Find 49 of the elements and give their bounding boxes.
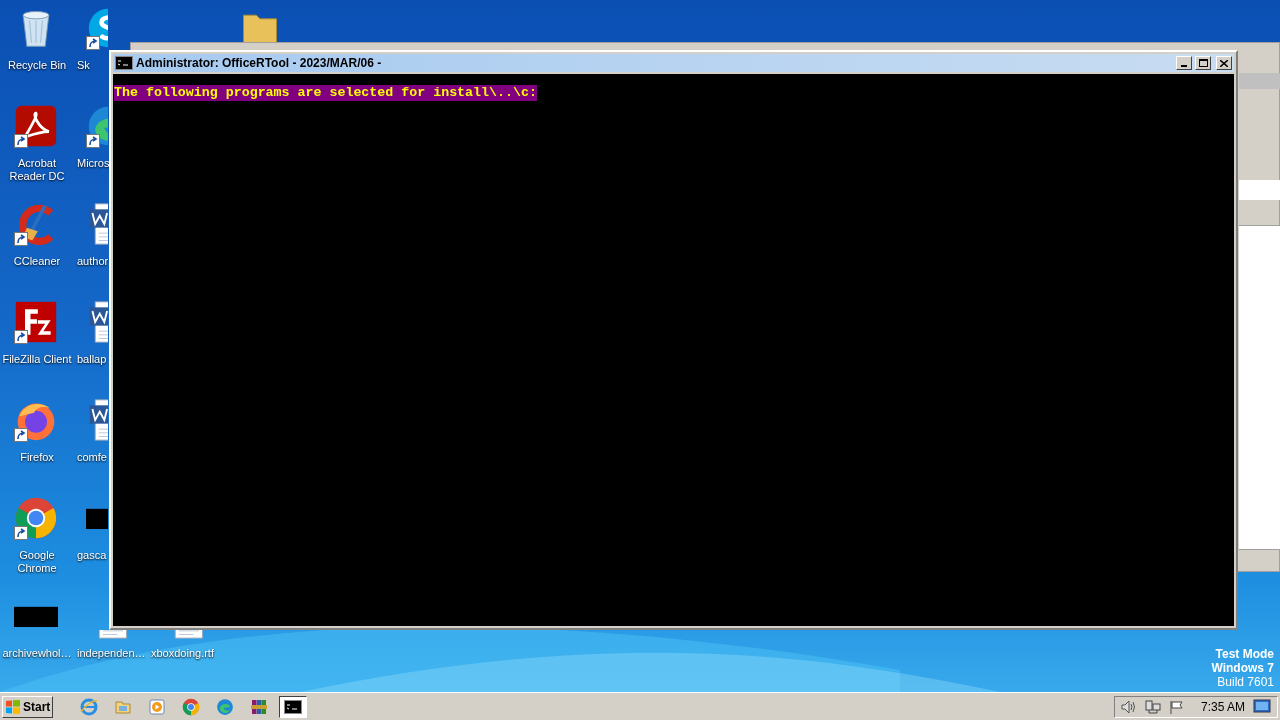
- taskbar-button[interactable]: [279, 695, 308, 718]
- test-mode-text: Windows 7: [1211, 661, 1274, 675]
- chrome-icon: [182, 697, 201, 716]
- icon-label[interactable]: Google Chrome: [0, 549, 74, 575]
- minimize-icon: [1181, 65, 1187, 67]
- minimize-button[interactable]: [1176, 56, 1192, 70]
- icon-label[interactable]: independen…: [77, 647, 146, 660]
- maximize-button[interactable]: [1195, 56, 1211, 70]
- edge-icon: [216, 697, 235, 716]
- icon-label[interactable]: CCleaner: [0, 255, 74, 268]
- icon-label[interactable]: archivewhol…: [0, 647, 74, 660]
- speaker-icon[interactable]: [1120, 699, 1137, 714]
- network-icon[interactable]: [1144, 699, 1161, 714]
- icon-label[interactable]: comfe: [77, 451, 107, 464]
- icon-label[interactable]: Sk: [77, 59, 90, 72]
- test-mode-text: Build 7601: [1217, 675, 1274, 689]
- internet-explorer-icon: [80, 697, 99, 716]
- window-title: Administrator: OfficeRTool - 2023/MAR/06 -: [136, 55, 382, 72]
- shortcut-arrow-icon: [14, 526, 28, 540]
- icon-label[interactable]: FileZilla Client: [0, 353, 74, 366]
- shortcut-arrow-icon: [14, 330, 28, 344]
- shortcut-arrow-icon: [14, 428, 28, 442]
- maximize-icon: [1198, 59, 1208, 67]
- clock[interactable]: 7:35 AM: [1200, 697, 1245, 716]
- shortcut-arrow-icon: [86, 36, 100, 50]
- icon-label[interactable]: Acrobat Reader DC: [0, 157, 74, 183]
- icon-label[interactable]: author: [77, 255, 109, 268]
- start-button[interactable]: Start: [2, 695, 54, 718]
- filezilla-icon: [14, 300, 58, 344]
- shortcut-arrow-icon: [14, 232, 28, 246]
- close-button[interactable]: [1216, 56, 1232, 70]
- show-desktop-icon[interactable]: [1253, 698, 1271, 715]
- close-icon: [1220, 59, 1228, 67]
- flag-icon[interactable]: [1168, 699, 1185, 714]
- icon-label[interactable]: Firefox: [0, 451, 74, 464]
- pdf-icon: [14, 104, 58, 148]
- test-mode-text: Test Mode: [1215, 647, 1274, 661]
- icon-label[interactable]: Recycle Bin: [0, 59, 74, 72]
- windows-logo-icon: [5, 698, 21, 715]
- shortcut-arrow-icon: [86, 134, 100, 148]
- console-icon: [115, 56, 133, 70]
- chrome-icon: [14, 496, 58, 540]
- console-icon: [284, 699, 303, 714]
- shortcut-arrow-icon: [14, 134, 28, 148]
- media-player-icon: [148, 697, 167, 716]
- winrar-icon: [250, 697, 269, 716]
- icon-label[interactable]: Micros: [77, 157, 110, 170]
- icon-label[interactable]: gasca: [77, 549, 107, 562]
- icon-label[interactable]: ballap: [77, 353, 107, 366]
